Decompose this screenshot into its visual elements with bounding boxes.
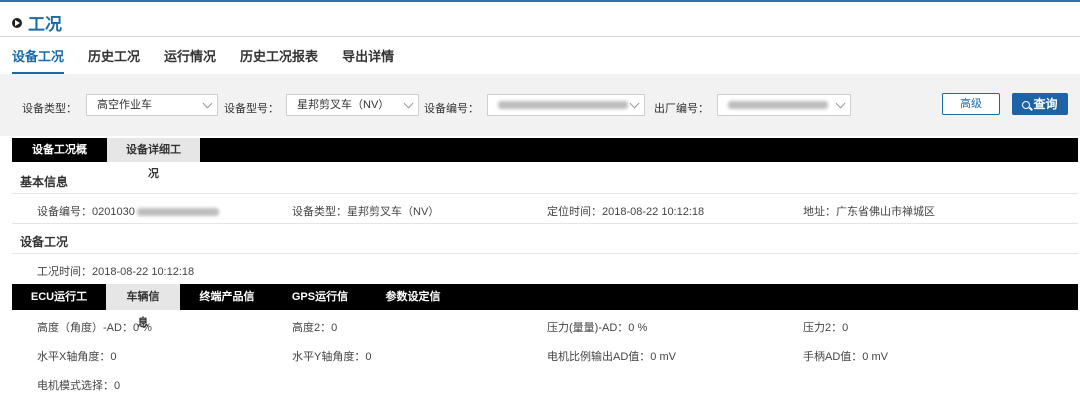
filter-bar: 设备类型： 高空作业车 设备型号： 星邦剪叉车（NV） 设备编号： 出厂编号： … (0, 74, 1080, 136)
tab-terminal-info[interactable]: 终端产品信息 (180, 284, 274, 329)
header-divider (0, 36, 1080, 37)
reading-motor-output: 电机比例输出AD值：0 mV (547, 351, 676, 363)
page-title: 工况 (28, 15, 62, 34)
device-type-label: 设备类型： (22, 103, 77, 115)
locate-time-field: 定位时间：2018-08-22 10:12:18 (547, 206, 705, 218)
redacted-value (728, 101, 828, 110)
play-circle-icon (12, 17, 22, 28)
chevron-down-icon (202, 98, 213, 109)
advanced-button[interactable]: 高级 (942, 93, 1000, 115)
page-header: 工况 (12, 10, 62, 35)
device-id-text: 设备编号：0201030 (37, 206, 135, 218)
chevron-down-icon (835, 98, 846, 109)
detail-tab-bar: ECU运行工况 车辆信息 终端产品信息 GPS运行信息 参数设定信息 (12, 284, 1078, 329)
top-accent-line (0, 0, 1080, 2)
reading-x-angle: 水平X轴角度：0 (37, 351, 117, 363)
tab-gps-info[interactable]: GPS运行信息 (274, 284, 366, 329)
divider (12, 223, 1078, 224)
view-tab-bar: 设备工况概览 设备详细工况 (12, 138, 1078, 180)
reading-height2: 高度2：0 (292, 322, 338, 334)
chevron-down-icon (629, 98, 640, 109)
factory-id-select[interactable] (717, 94, 851, 116)
reading-y-angle: 水平Y轴角度：0 (292, 351, 372, 363)
condition-time-field: 工况时间：2018-08-22 10:12:18 (37, 266, 195, 278)
device-model-label: 设备型号： (224, 103, 279, 115)
divider (12, 253, 1078, 254)
tab-export-details[interactable]: 导出详情 (342, 46, 394, 75)
reading-height-ad: 高度（角度）-AD：0 % (37, 322, 152, 334)
reading-motor-mode: 电机模式选择：0 (37, 380, 121, 392)
address-field: 地址：广东省佛山市禅城区 (803, 206, 935, 218)
reading-pressure-ad: 压力(量量)-AD：0 % (547, 322, 648, 334)
device-model-value: 星邦剪叉车（NV） (297, 99, 390, 111)
search-icon (1022, 101, 1031, 109)
basic-info-title: 基本信息 (20, 175, 69, 189)
tab-overview[interactable]: 设备工况概览 (12, 138, 107, 180)
tab-param-settings[interactable]: 参数设定信息 (366, 284, 460, 329)
tab-history-report[interactable]: 历史工况报表 (240, 46, 318, 75)
query-button[interactable]: 查询 (1012, 93, 1068, 115)
divider (12, 193, 1078, 194)
query-button-label: 查询 (1033, 97, 1058, 111)
main-tabs: 设备工况 历史工况 运行情况 历史工况报表 导出详情 (12, 46, 394, 75)
device-condition-title: 设备工况 (20, 235, 69, 249)
device-type-value: 高空作业车 (97, 99, 152, 111)
tab-history-status[interactable]: 历史工况 (88, 46, 140, 75)
reading-pressure2: 压力2：0 (803, 322, 849, 334)
device-id-field: 设备编号：0201030 (37, 203, 219, 219)
redacted-value (498, 101, 628, 110)
device-type-select[interactable]: 高空作业车 (86, 94, 218, 116)
device-model-select[interactable]: 星邦剪叉车（NV） (286, 94, 419, 116)
tab-device-status[interactable]: 设备工况 (12, 46, 65, 75)
device-id-select[interactable] (487, 94, 645, 116)
tab-operation[interactable]: 运行情况 (164, 46, 216, 75)
chevron-down-icon (403, 98, 414, 109)
redacted-value (136, 208, 219, 217)
device-id-label: 设备编号： (424, 103, 479, 115)
reading-handle-ad: 手柄AD值：0 mV (803, 351, 888, 363)
device-type-field: 设备类型：星邦剪叉车（NV） (292, 206, 440, 218)
tab-ecu[interactable]: ECU运行工况 (12, 284, 106, 329)
tab-vehicle-info[interactable]: 车辆信息 (106, 284, 180, 329)
factory-id-label: 出厂编号： (654, 103, 709, 115)
tab-detail[interactable]: 设备详细工况 (107, 138, 200, 180)
